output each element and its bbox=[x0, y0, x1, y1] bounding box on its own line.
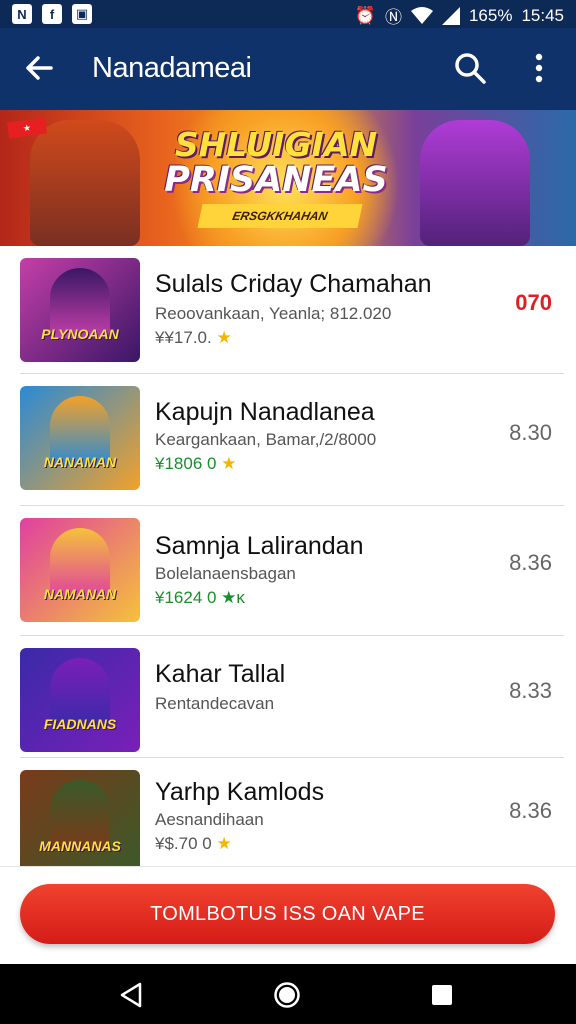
banner-title-line1: SHLUIGIAN bbox=[174, 125, 378, 164]
list-item[interactable]: PLYNOAAN Sulals Criday Chamahan Reoovank… bbox=[0, 246, 576, 374]
game-price: 070 bbox=[515, 290, 552, 315]
banner-subtitle: ERSGKKHAHAN bbox=[197, 204, 363, 228]
facebook-icon: f bbox=[42, 4, 62, 24]
banner-title-line2: PRISANEAS bbox=[164, 160, 388, 200]
list-item[interactable]: MANNANAS Yarhp Kamlods Aesnandihaan ¥$.7… bbox=[0, 758, 576, 866]
thumbnail-label: NAMANAN bbox=[43, 586, 117, 602]
star-icon: ★ bbox=[221, 454, 237, 473]
thumbnail-label: MANNANAS bbox=[39, 838, 121, 854]
notification-icons: N f ▣ bbox=[12, 4, 92, 24]
star-icon: ★ bbox=[216, 834, 232, 853]
list-item[interactable]: NAMANAN Samnja Lalirandan Bolelanaensbag… bbox=[0, 506, 576, 636]
game-subtitle: Reoovankaan, Yeanla; 812.020 bbox=[155, 304, 392, 323]
thumbnail-label: NANAMAN bbox=[43, 454, 117, 470]
battery-level: 165% bbox=[468, 5, 513, 25]
banner-title: SHLUIGIAN PRISANEAS bbox=[158, 128, 394, 198]
game-name: Kahar Tallal bbox=[155, 660, 286, 688]
game-name: Kapujn Nanadlanea bbox=[155, 398, 375, 426]
game-meta-value: ¥$.70 0 bbox=[155, 834, 212, 853]
list-item[interactable]: FIADNANS Kahar Tallal Rentandecavan 8.33 bbox=[0, 636, 576, 758]
game-meta: ¥$.70 0 ★ bbox=[155, 834, 232, 854]
game-meta-value: ¥¥17.0. bbox=[155, 328, 212, 347]
thumbnail-label: FIADNANS bbox=[43, 716, 117, 732]
game-meta: ¥1806 0 ★ bbox=[155, 454, 236, 474]
search-icon[interactable] bbox=[452, 50, 488, 86]
signal-icon bbox=[441, 6, 460, 25]
nfc-icon: Ⓝ bbox=[384, 8, 402, 27]
game-thumbnail: NANAMAN bbox=[20, 386, 140, 490]
game-subtitle: Bolelanaensbagan bbox=[155, 564, 296, 583]
game-price: 8.36 bbox=[509, 798, 552, 823]
nav-recents-icon[interactable] bbox=[431, 984, 453, 1006]
more-options-icon[interactable] bbox=[528, 50, 550, 86]
promo-banner[interactable]: ★ SHLUIGIAN PRISANEAS ERSGKKHAHAN bbox=[0, 110, 576, 246]
star-icon: ★ bbox=[216, 328, 232, 347]
status-bar: N f ▣ ⏰ Ⓝ 165% 15:45 bbox=[0, 0, 576, 28]
game-subtitle: Rentandecavan bbox=[155, 694, 275, 713]
game-thumbnail: FIADNANS bbox=[20, 648, 140, 752]
wifi-icon bbox=[410, 6, 433, 24]
app-notification-icon: N bbox=[12, 4, 32, 24]
banner-hero-left bbox=[30, 120, 140, 246]
game-name: Sulals Criday Chamahan bbox=[155, 270, 432, 298]
game-name: Samnja Lalirandan bbox=[155, 532, 364, 560]
back-arrow-icon[interactable] bbox=[24, 50, 54, 86]
system-nav-bar bbox=[0, 964, 576, 1024]
game-thumbnail: PLYNOAAN bbox=[20, 258, 140, 362]
thumbnail-label: PLYNOAAN bbox=[41, 326, 119, 342]
app-bar: Nanadameai bbox=[0, 28, 576, 110]
page-title: Nanadameai bbox=[92, 52, 252, 84]
game-list: PLYNOAAN Sulals Criday Chamahan Reoovank… bbox=[0, 246, 576, 866]
system-icons: ⏰ Ⓝ 165% 15:45 bbox=[355, 3, 564, 28]
clock: 15:45 bbox=[521, 5, 564, 25]
nav-back-icon[interactable] bbox=[118, 982, 144, 1008]
game-subtitle: Aesnandihaan bbox=[155, 810, 264, 829]
cta-container: TOMLBOTUS ISS OAN VAPE bbox=[0, 866, 576, 965]
alarm-icon: ⏰ bbox=[354, 5, 376, 25]
nav-home-icon[interactable] bbox=[273, 981, 301, 1009]
game-meta: ¥¥17.0. ★ bbox=[155, 328, 232, 348]
game-thumbnail: NAMANAN bbox=[20, 518, 140, 622]
game-meta: ¥1624 0 ★ᴋ bbox=[155, 588, 245, 608]
game-price: 8.33 bbox=[509, 678, 552, 703]
banner-hero-right bbox=[420, 120, 530, 246]
list-item[interactable]: NANAMAN Kapujn Nanadlanea Keargankaan, B… bbox=[0, 374, 576, 506]
game-meta-value: ¥1624 0 ★ᴋ bbox=[155, 588, 245, 607]
game-subtitle: Keargankaan, Bamar,/2/8000 bbox=[155, 430, 377, 449]
gallery-icon: ▣ bbox=[72, 4, 92, 24]
cta-button[interactable]: TOMLBOTUS ISS OAN VAPE bbox=[20, 884, 555, 944]
game-price: 8.36 bbox=[509, 550, 552, 575]
game-thumbnail: MANNANAS bbox=[20, 770, 140, 866]
game-price: 8.30 bbox=[509, 420, 552, 445]
game-name: Yarhp Kamlods bbox=[155, 778, 325, 806]
game-meta-value: ¥1806 0 bbox=[155, 454, 217, 473]
